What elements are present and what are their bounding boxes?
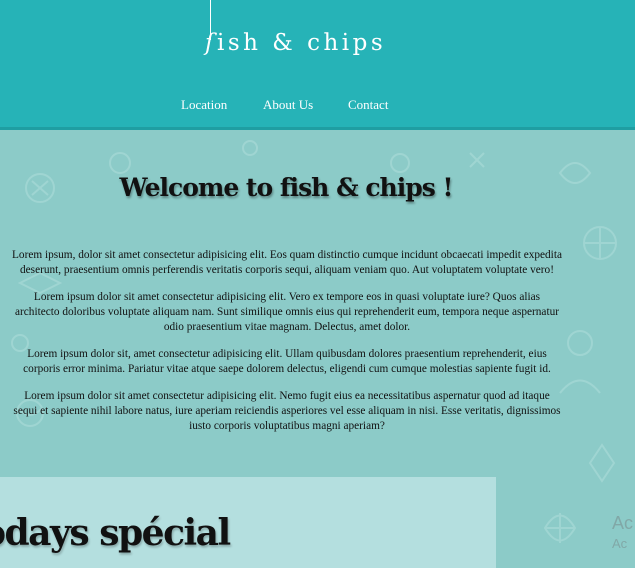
site-logo[interactable]: ſish & chips (205, 30, 386, 56)
intro-paragraph-2: Lorem ipsum dolor sit amet consectetur a… (15, 291, 559, 333)
nav-link-location[interactable]: Location (181, 97, 227, 113)
todays-special-heading: odays spécial (0, 512, 231, 554)
welcome-heading: Welcome to fish & chips ! (119, 173, 454, 202)
intro-paragraph-3: Lorem ipsum dolor sit, amet consectetur … (23, 348, 551, 375)
site-header: ſish & chips Location About Us Contact (0, 0, 635, 130)
nav-link-contact[interactable]: Contact (348, 97, 388, 113)
activate-watermark: Ac Ac (612, 513, 633, 551)
intro-paragraph-4: Lorem ipsum dolor sit amet consectetur a… (13, 390, 561, 432)
main-content: Welcome to fish & chips ! Lorem ipsum, d… (0, 133, 635, 568)
nav-link-about-us[interactable]: About Us (263, 97, 313, 113)
intro-paragraph-1: Lorem ipsum, dolor sit amet consectetur … (12, 249, 562, 276)
watermark-line-2: Ac (612, 536, 628, 551)
logo-text: ish & chips (217, 30, 387, 56)
todays-special-section: odays spécial (0, 477, 496, 568)
intro-paragraphs: Lorem ipsum, dolor sit amet consectetur … (12, 248, 562, 446)
fish-hook-icon: ſ (205, 30, 218, 56)
watermark-line-1: Ac (612, 513, 634, 533)
main-nav: Location About Us Contact (0, 97, 635, 117)
